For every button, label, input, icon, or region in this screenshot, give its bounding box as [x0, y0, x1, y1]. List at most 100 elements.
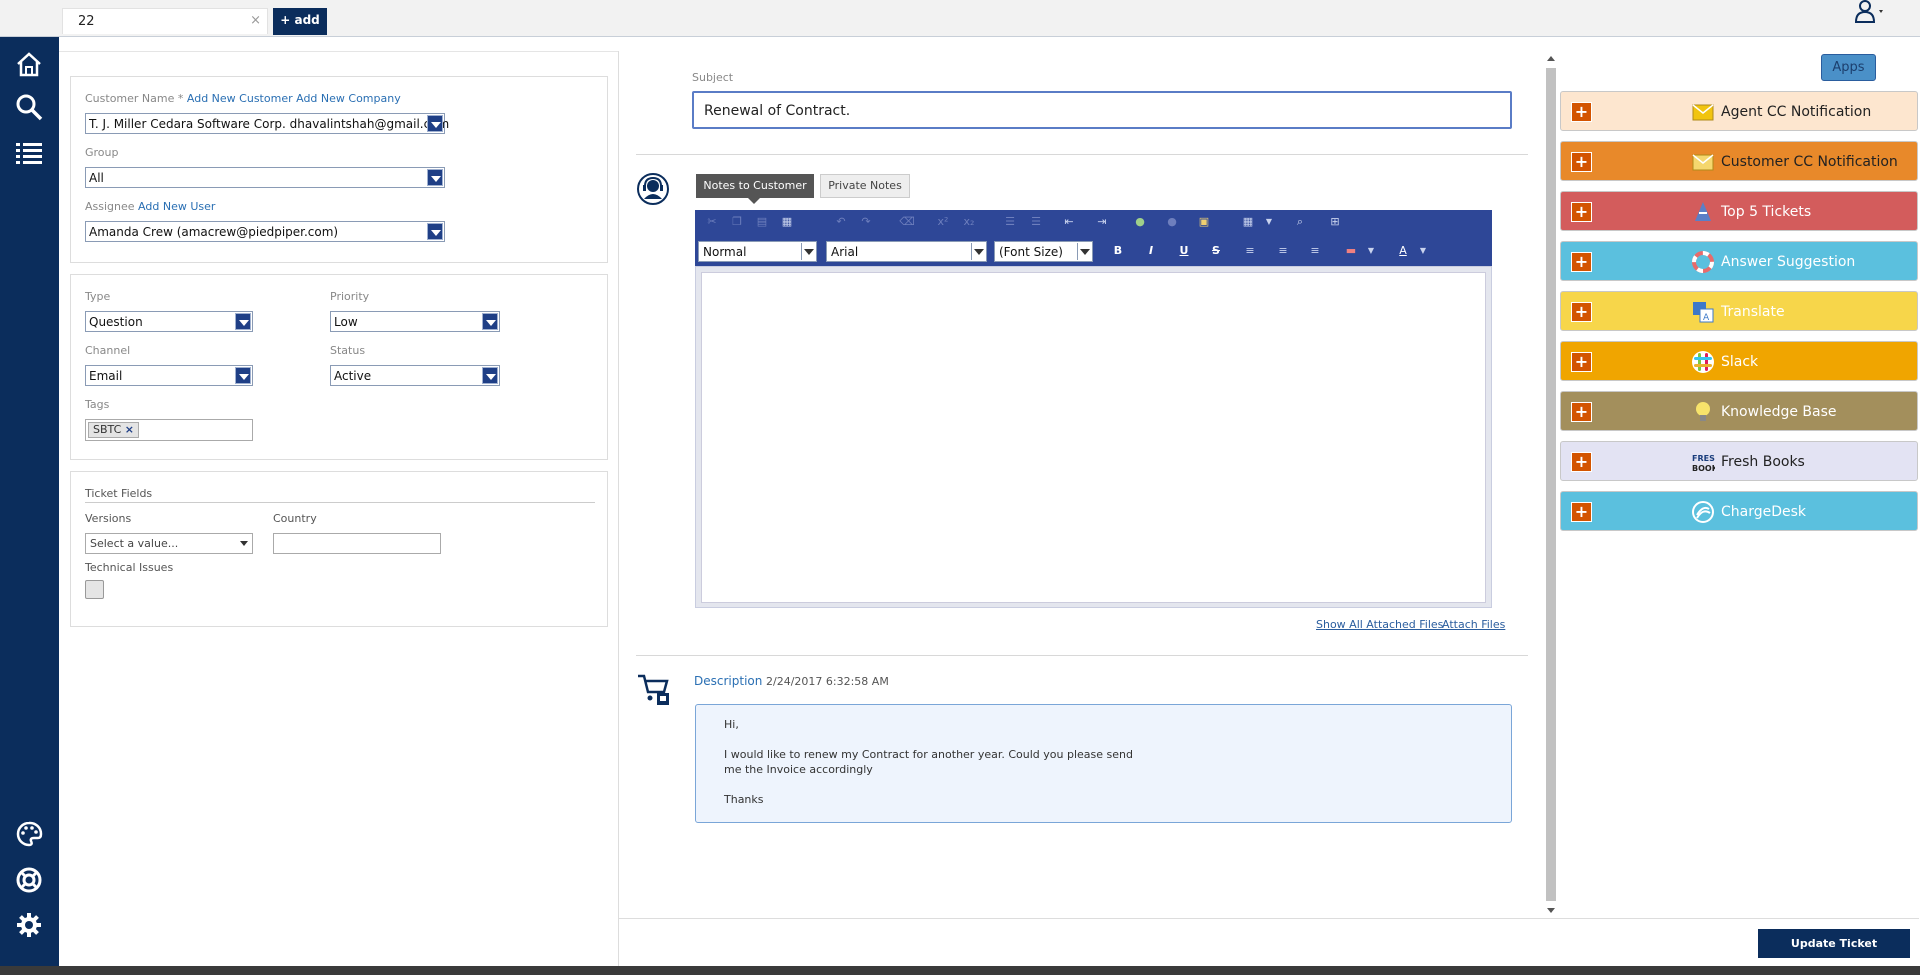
image-icon[interactable]: ▣	[1196, 214, 1212, 230]
font-size-select[interactable]: (Font Size)	[994, 241, 1093, 262]
align-center-icon[interactable]: ≡	[1275, 243, 1291, 259]
country-input[interactable]	[273, 533, 441, 554]
chevron-down-icon[interactable]	[427, 169, 443, 186]
plus-icon[interactable]: +	[1571, 302, 1592, 322]
link-icon[interactable]: ●	[1132, 214, 1148, 230]
table-icon[interactable]: ▦	[1240, 214, 1256, 230]
scroll-up-icon[interactable]	[1547, 56, 1555, 61]
customer-select[interactable]: T. J. Miller Cedara Software Corp. dhava…	[85, 113, 449, 134]
gear-icon[interactable]	[14, 910, 44, 940]
plus-icon[interactable]: +	[1571, 202, 1592, 222]
app-tile[interactable]: + Top 5 Tickets	[1560, 191, 1918, 231]
chevron-down-icon[interactable]	[482, 313, 498, 330]
copy-icon[interactable]: ❐	[729, 214, 745, 230]
tab-private-notes[interactable]: Private Notes	[820, 174, 910, 198]
eraser-icon[interactable]: ⌫	[899, 214, 915, 230]
format-select[interactable]: Normal	[698, 241, 817, 262]
technical-issues-checkbox[interactable]	[85, 580, 104, 599]
find-icon[interactable]: ⌕	[1292, 214, 1308, 230]
show-all-attached-files-link[interactable]: Show All Attached Files	[1316, 618, 1443, 631]
chevron-down-icon[interactable]	[427, 115, 443, 132]
chevron-down-icon[interactable]	[801, 243, 815, 260]
chevron-down-icon[interactable]	[240, 541, 248, 546]
app-tile[interactable]: + Agent CC Notification	[1560, 91, 1918, 131]
priority-select[interactable]: Low	[330, 311, 500, 332]
chevron-down-icon[interactable]	[235, 313, 251, 330]
app-tile[interactable]: + A Translate	[1560, 291, 1918, 331]
highlight-color-icon[interactable]: ▬	[1343, 243, 1359, 259]
text-color-dropdown-icon[interactable]: ▼	[1415, 243, 1431, 259]
scroll-thumb[interactable]	[1546, 68, 1556, 901]
list-icon[interactable]	[14, 138, 44, 168]
font-select[interactable]: Arial	[826, 241, 987, 262]
chevron-down-icon[interactable]	[971, 243, 985, 260]
redo-icon[interactable]: ↷	[858, 214, 874, 230]
chevron-down-icon[interactable]	[235, 367, 251, 384]
ordered-list-icon[interactable]: ☰	[1002, 214, 1018, 230]
superscript-icon[interactable]: x²	[935, 214, 951, 230]
chevron-down-icon[interactable]	[1077, 243, 1091, 260]
paste-text-icon[interactable]: ▦	[779, 214, 795, 230]
app-tile[interactable]: + Slack	[1560, 341, 1918, 381]
add-tab-button[interactable]: + add	[273, 8, 327, 35]
text-color-icon[interactable]: A	[1395, 243, 1411, 259]
add-new-customer-link[interactable]: Add New Customer	[187, 92, 293, 105]
underline-button[interactable]: U	[1176, 243, 1192, 259]
outdent-icon[interactable]: ⇤	[1061, 214, 1077, 230]
lifebuoy-icon[interactable]	[14, 865, 44, 895]
palette-icon[interactable]	[14, 819, 44, 849]
paste-icon[interactable]: ▤	[754, 214, 770, 230]
tag-remove-icon[interactable]: ×	[125, 423, 134, 436]
add-new-user-link[interactable]: Add New User	[138, 200, 215, 213]
plus-icon[interactable]: +	[1571, 352, 1592, 372]
close-tab-icon[interactable]: ×	[250, 13, 261, 28]
app-tile[interactable]: + Answer Suggestion	[1560, 241, 1918, 281]
maximize-icon[interactable]: ⊞	[1327, 214, 1343, 230]
chevron-down-icon[interactable]	[427, 223, 443, 240]
plus-icon[interactable]: +	[1571, 252, 1592, 272]
unordered-list-icon[interactable]: ☰	[1028, 214, 1044, 230]
channel-select[interactable]: Email	[85, 365, 253, 386]
app-tile[interactable]: + Knowledge Base	[1560, 391, 1918, 431]
highlight-dropdown-icon[interactable]: ▼	[1363, 243, 1379, 259]
apps-button[interactable]: Apps	[1821, 54, 1876, 81]
table-dropdown-icon[interactable]: ▼	[1261, 214, 1277, 230]
align-left-icon[interactable]: ≡	[1242, 243, 1258, 259]
app-tile[interactable]: +FRESHBOOKSFresh Books	[1560, 441, 1918, 481]
tab-notes-to-customer[interactable]: Notes to Customer	[696, 174, 814, 204]
status-select[interactable]: Active	[330, 365, 500, 386]
plus-icon[interactable]: +	[1571, 502, 1592, 522]
versions-select[interactable]: Select a value...	[85, 533, 253, 554]
app-tile[interactable]: + ChargeDesk	[1560, 491, 1918, 531]
chevron-down-icon[interactable]	[482, 367, 498, 384]
ticket-tab[interactable]: 22 ×	[62, 8, 268, 34]
user-menu-icon[interactable]	[1852, 0, 1886, 26]
type-select[interactable]: Question	[85, 311, 253, 332]
attach-files-link[interactable]: Attach Files	[1442, 618, 1505, 631]
plus-icon[interactable]: +	[1571, 452, 1592, 472]
italic-button[interactable]: I	[1143, 243, 1159, 259]
bold-button[interactable]: B	[1110, 243, 1126, 259]
editor-body[interactable]	[701, 272, 1486, 603]
app-tile-label: Answer Suggestion	[1721, 254, 1856, 270]
home-icon[interactable]	[14, 49, 44, 79]
plus-icon[interactable]: +	[1571, 152, 1592, 172]
unlink-icon[interactable]: ●	[1164, 214, 1180, 230]
align-right-icon[interactable]: ≡	[1307, 243, 1323, 259]
search-icon[interactable]	[14, 92, 44, 122]
app-tile[interactable]: + Customer CC Notification	[1560, 141, 1918, 181]
subscript-icon[interactable]: x₂	[961, 214, 977, 230]
scroll-down-icon[interactable]	[1547, 908, 1555, 913]
undo-icon[interactable]: ↶	[833, 214, 849, 230]
plus-icon[interactable]: +	[1571, 402, 1592, 422]
update-ticket-button[interactable]: Update Ticket	[1758, 929, 1910, 958]
strikethrough-button[interactable]: S	[1208, 243, 1224, 259]
add-new-company-link[interactable]: Add New Company	[296, 92, 401, 105]
assignee-select[interactable]: Amanda Crew (amacrew@piedpiper.com)	[85, 221, 445, 242]
plus-icon[interactable]: +	[1571, 102, 1592, 122]
subject-input[interactable]: Renewal of Contract.	[692, 91, 1512, 129]
cut-icon[interactable]: ✂	[704, 214, 720, 230]
indent-icon[interactable]: ⇥	[1094, 214, 1110, 230]
tags-input[interactable]: SBTC ×	[85, 419, 253, 441]
group-select[interactable]: All	[85, 167, 445, 188]
